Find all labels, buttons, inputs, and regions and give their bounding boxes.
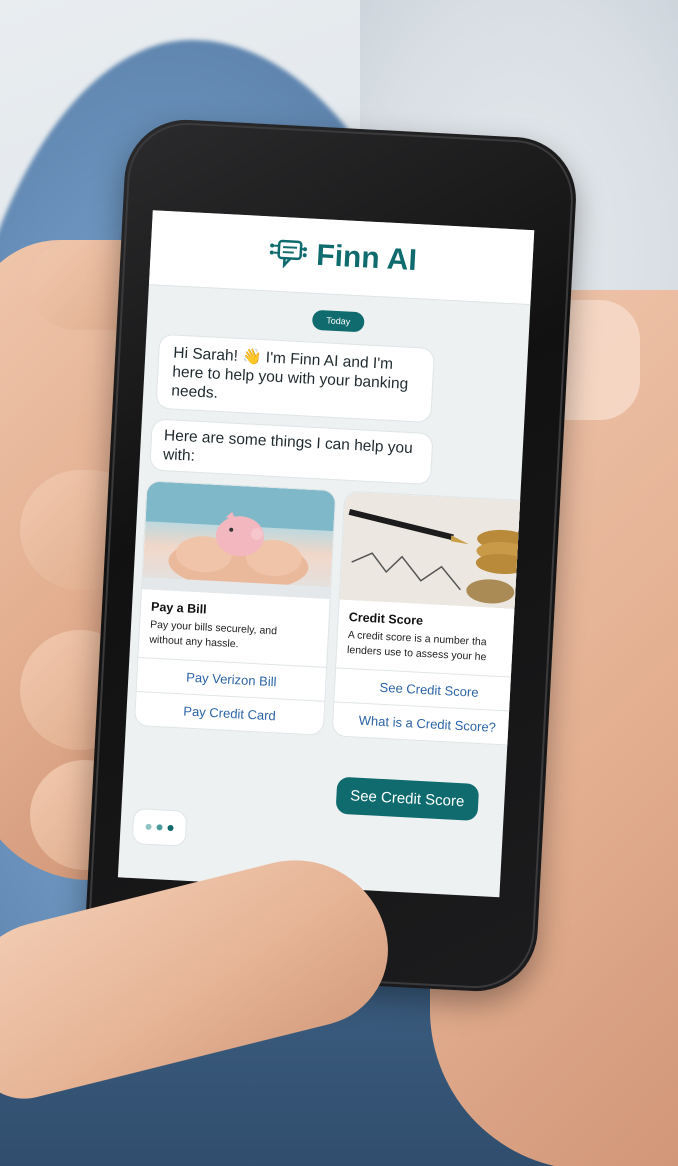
typing-dot	[145, 823, 152, 830]
phone-screen: Finn AI Today Hi Sarah! 👋 I'm Finn AI an…	[117, 210, 535, 898]
card-body: Credit Score A credit score is a number …	[335, 490, 535, 679]
credit-report-image	[339, 491, 534, 610]
chat-bubbles-icon	[269, 239, 307, 269]
card-carousel[interactable]: Pay a Bill Pay your bills securely, and …	[133, 480, 535, 748]
typing-indicator	[131, 808, 188, 847]
pay-bill-card: Pay a Bill Pay your bills securely, and …	[133, 480, 337, 736]
chat-thread: Today Hi Sarah! 👋 I'm Finn AI and I'm he…	[126, 285, 535, 748]
bot-message: Here are some things I can help you with…	[149, 418, 434, 486]
date-badge: Today	[311, 309, 365, 333]
bot-message: Hi Sarah! 👋 I'm Finn AI and I'm here to …	[155, 333, 435, 424]
card-body: Pay a Bill Pay your bills securely, and …	[137, 480, 337, 668]
credit-report-icon	[339, 491, 534, 610]
credit-score-card: Credit Score A credit score is a number …	[331, 490, 535, 747]
typing-dot	[156, 824, 163, 831]
piggy-bank-image	[141, 481, 336, 599]
user-reply-bubble: See Credit Score	[335, 776, 480, 822]
typing-dot	[167, 824, 174, 832]
brand-name: Finn AI	[315, 238, 418, 278]
app-logo: Finn AI	[266, 236, 418, 278]
piggy-bank-icon	[141, 481, 336, 599]
smartphone: Finn AI Today Hi Sarah! 👋 I'm Finn AI an…	[82, 116, 580, 995]
